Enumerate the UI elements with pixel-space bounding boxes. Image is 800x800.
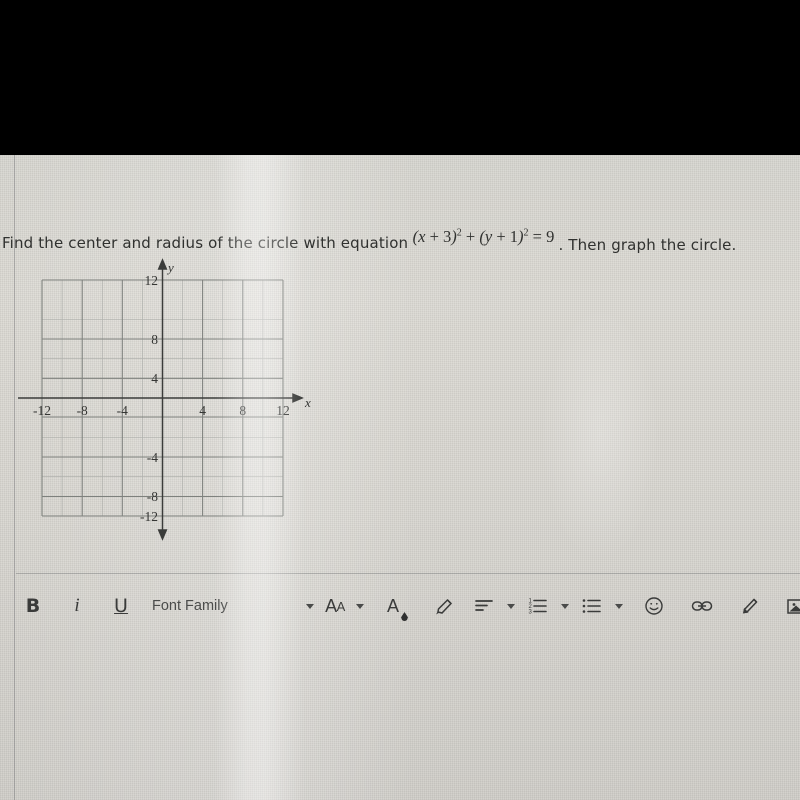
bulleted-list-icon[interactable]: [572, 589, 612, 623]
coordinate-plane-graph: x y -12 -8 -4 4 8 12 12 8 4 -4 -8 -12: [10, 250, 320, 550]
toolbar-separator: [16, 573, 800, 574]
numbered-list-chevron-down-icon[interactable]: [558, 589, 572, 623]
image-icon[interactable]: [778, 589, 800, 623]
font-family-chevron-down-icon[interactable]: [302, 589, 318, 623]
align-chevron-down-icon[interactable]: [504, 589, 518, 623]
x-tick-label: -8: [77, 403, 88, 418]
svg-text:3: 3: [529, 610, 533, 616]
text-color-label: A: [386, 595, 399, 616]
circle-equation: (x + 3)2 + (y + 1)2 = 9: [413, 227, 559, 246]
pencil-icon[interactable]: [730, 589, 770, 623]
equation-plus-1: +: [425, 227, 444, 246]
font-size-chevron-down-icon[interactable]: [352, 589, 368, 623]
emoji-icon[interactable]: [634, 589, 674, 623]
bulleted-list-chevron-down-icon[interactable]: [612, 589, 626, 623]
x-tick-label: 12: [276, 403, 290, 418]
text-color-button[interactable]: A: [376, 589, 410, 623]
equation-plus-mid: +: [461, 227, 480, 246]
y-tick-label: 8: [151, 332, 158, 347]
equation-rhs: 9: [546, 227, 555, 246]
x-tick-labels: -12 -8 -4 4 8 12: [33, 403, 290, 418]
y-tick-label: 4: [151, 371, 158, 386]
color-drop-icon: [401, 612, 408, 621]
y-tick-label: 12: [145, 273, 159, 288]
editor-toolbar: B i U Font Family AA A 1 2 3: [0, 583, 800, 629]
font-size-label-main: A: [325, 595, 337, 616]
equation-constant-b: 1: [509, 227, 518, 246]
italic-button[interactable]: i: [60, 589, 94, 623]
align-icon[interactable]: [464, 589, 504, 623]
x-tick-label: 4: [199, 403, 206, 418]
equation-plus-2: +: [492, 227, 510, 246]
highlighter-icon[interactable]: [424, 589, 464, 623]
x-tick-label: 8: [239, 403, 246, 418]
x-axis-label: x: [304, 395, 311, 410]
bold-button[interactable]: B: [16, 589, 50, 623]
y-axis-label: y: [166, 260, 174, 275]
link-icon[interactable]: [682, 589, 722, 623]
y-tick-label: -12: [140, 509, 158, 524]
photo-of-screen: Find the center and radius of the circle…: [0, 0, 800, 800]
screen-glare-spot: [540, 305, 660, 565]
underline-button[interactable]: U: [104, 589, 138, 623]
equation-equals: =: [528, 227, 547, 246]
graph-axes: [18, 258, 304, 541]
y-axis-arrow-up: [157, 258, 168, 270]
graph-svg: x y -12 -8 -4 4 8 12 12 8 4 -4 -8 -12: [18, 258, 311, 541]
document-surface: Find the center and radius of the circle…: [0, 155, 800, 800]
font-size-button[interactable]: AA: [318, 589, 352, 623]
y-tick-label: -8: [147, 489, 158, 504]
x-tick-label: -4: [117, 403, 128, 418]
numbered-list-icon[interactable]: 1 2 3: [518, 589, 558, 623]
x-tick-label: -12: [33, 403, 51, 418]
font-size-label-small: A: [336, 598, 346, 614]
y-tick-label: -4: [147, 450, 158, 465]
y-axis-arrow-down: [157, 529, 168, 541]
question-tail: . Then graph the circle.: [558, 236, 737, 254]
font-family-select[interactable]: Font Family: [152, 589, 302, 623]
document-left-edge: [14, 155, 15, 800]
x-axis-arrow: [292, 393, 304, 403]
